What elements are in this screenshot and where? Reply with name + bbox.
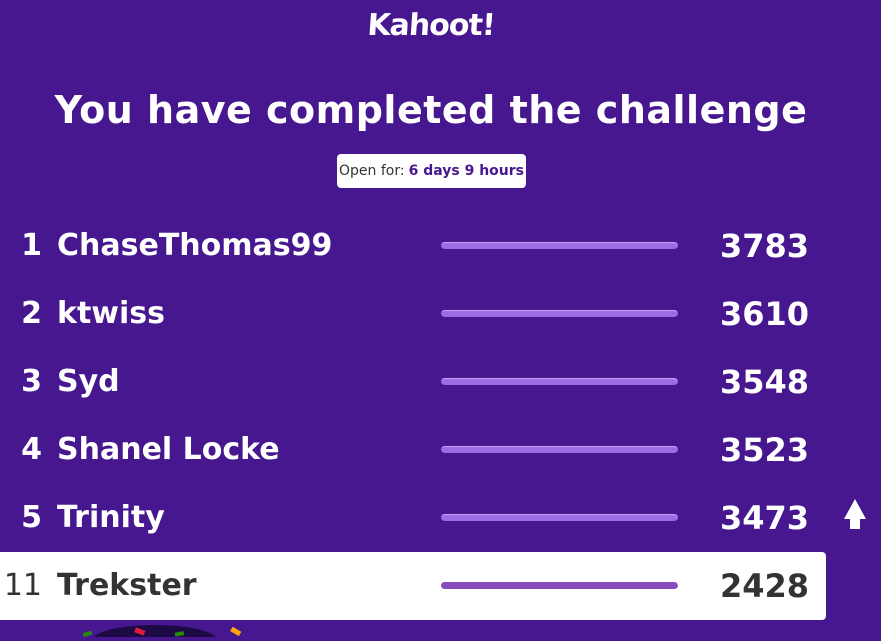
player-score: 3523 [719,431,809,469]
leaderboard-row: 2 ktwiss 3610 [0,280,826,348]
player-rank: 4 [21,432,42,467]
open-for-label: Open for: [339,163,405,179]
score-bar-fill [441,514,678,521]
player-rank: 5 [21,500,42,535]
player-name: Trekster [57,568,197,603]
kahoot-logo: Kahoot! [366,8,496,43]
score-bar-fill [441,446,678,453]
score-bar [441,310,678,317]
player-name: Shanel Locke [57,432,280,467]
open-for-badge: Open for: 6 days 9 hours [337,154,526,188]
open-for-duration: 6 days 9 hours [408,163,524,179]
score-bar-fill [441,582,678,589]
score-bar [441,378,678,385]
confetti-icon [75,620,255,641]
score-bar-fill [441,310,678,317]
leaderboard-row: 1 ChaseThomas99 3783 [0,212,826,280]
leaderboard-row: 4 Shanel Locke 3523 [0,416,826,484]
score-bar [441,582,678,589]
leaderboard: 1 ChaseThomas99 3783 2 ktwiss 3610 3 Syd… [0,212,826,637]
player-score: 3783 [719,227,809,265]
score-bar-fill [441,242,678,249]
player-name: ChaseThomas99 [57,228,333,263]
page-title: You have completed the challenge [54,88,808,132]
player-rank: 1 [21,228,42,263]
player-score: 2428 [719,567,809,605]
current-player-row: 11 Trekster 2428 [0,552,826,620]
leaderboard-row: 3 Syd 3548 [0,348,826,416]
player-name: ktwiss [57,296,166,331]
player-score: 3473 [719,499,809,537]
score-bar-fill [441,378,678,385]
player-rank: 3 [21,364,42,399]
score-bar [441,446,678,453]
player-score: 3610 [719,295,809,333]
player-score: 3548 [719,363,809,401]
score-bar [441,242,678,249]
player-name: Trinity [57,500,165,535]
player-rank: 2 [21,296,42,331]
leaderboard-row: 5 Trinity 3473 [0,484,826,552]
arrow-up-icon [844,499,866,529]
player-name: Syd [57,364,120,399]
player-rank: 11 [3,568,42,603]
scroll-to-top-button[interactable] [842,497,868,531]
score-bar [441,514,678,521]
